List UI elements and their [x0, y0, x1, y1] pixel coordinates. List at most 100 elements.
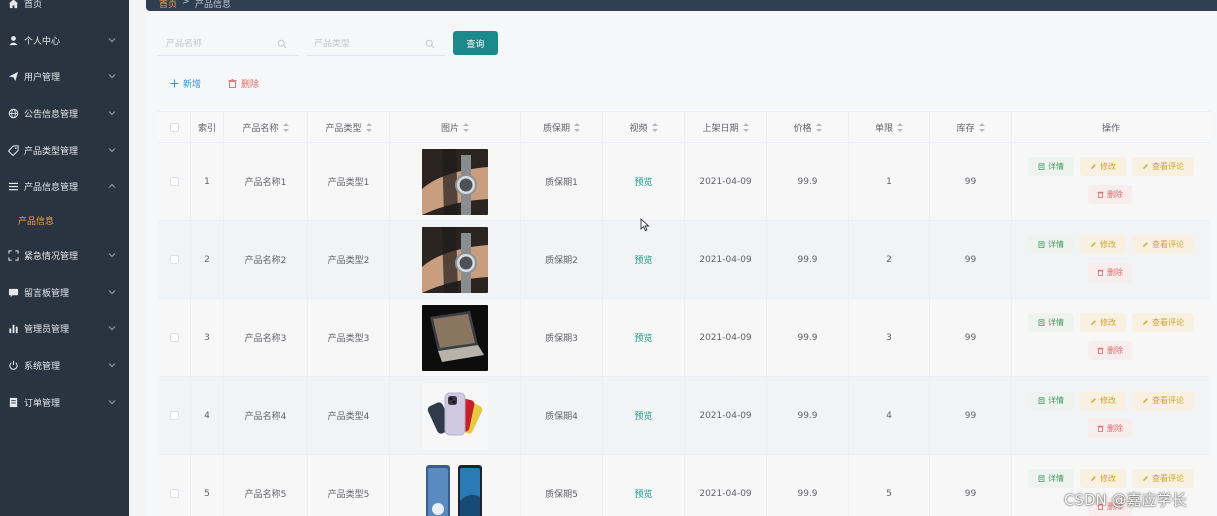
sidebar-item-users[interactable]: 用户管理 — [0, 61, 129, 91]
row-checkbox[interactable] — [169, 333, 179, 342]
edit-label: 修改 — [1100, 162, 1116, 171]
header-date[interactable]: 上架日期 — [685, 112, 767, 142]
sidebar-item-notices[interactable]: 公告信息管理 — [0, 98, 129, 128]
header-video[interactable]: 视频 — [603, 112, 685, 142]
video-preview-link[interactable]: 预览 — [634, 487, 652, 500]
sidebar-item-system[interactable]: 系统管理 — [0, 350, 129, 380]
sidebar-subitem-product-info[interactable]: 产品信息 — [18, 209, 54, 231]
video-preview-link[interactable]: 预览 — [634, 409, 652, 422]
product-name-input[interactable] — [158, 38, 273, 49]
select-all-checkbox[interactable] — [169, 122, 179, 132]
sort-icon[interactable] — [897, 122, 903, 132]
header-name[interactable]: 产品名称 — [224, 112, 308, 142]
cell-limit: 3 — [849, 299, 930, 376]
view-reviews-button[interactable]: 查看评论 — [1132, 469, 1194, 488]
delete-button[interactable]: 删除 — [1088, 419, 1132, 438]
sidebar-item-orders[interactable]: 订单管理 — [0, 387, 129, 417]
delete-button[interactable]: 删除 — [1088, 263, 1132, 282]
sidebar-item-profile[interactable]: 个人中心 — [0, 25, 129, 55]
view-reviews-button[interactable]: 查看评论 — [1132, 313, 1194, 332]
user-icon — [7, 34, 19, 46]
header-type[interactable]: 产品类型 — [308, 112, 390, 142]
row-checkbox[interactable] — [169, 255, 179, 264]
sidebar-item-label: 产品类型管理 — [24, 146, 79, 157]
chevron-down-icon — [108, 253, 116, 258]
breadcrumb-home[interactable]: 首页 — [159, 0, 177, 10]
row-checkbox[interactable] — [169, 489, 179, 498]
edit-button[interactable]: 修改 — [1080, 313, 1126, 332]
view-reviews-button[interactable]: 查看评论 — [1132, 391, 1194, 410]
sidebar-item-emergency[interactable]: 紧急情况管理 — [0, 240, 129, 270]
delete-button[interactable]: 删除 — [1088, 341, 1132, 360]
cell-date: 2021-04-09 — [685, 143, 767, 220]
edit-label: 修改 — [1100, 318, 1116, 327]
edit-button[interactable]: 修改 — [1080, 469, 1126, 488]
sidebar-item-product-info[interactable]: 产品信息管理 — [0, 171, 129, 201]
sidebar-item-label: 用户管理 — [24, 72, 61, 83]
detail-button[interactable]: 详情 — [1028, 235, 1074, 254]
header-stock[interactable]: 库存 — [930, 112, 1012, 142]
sidebar-item-label: 管理员管理 — [24, 324, 70, 335]
cell-text: 99 — [964, 410, 977, 421]
edit-button[interactable]: 修改 — [1080, 157, 1126, 176]
sort-icon[interactable] — [282, 122, 289, 132]
product-image[interactable] — [422, 460, 488, 516]
sidebar-item-messages[interactable]: 留言板管理 — [0, 277, 129, 307]
trash-icon — [1097, 191, 1104, 198]
video-preview-link[interactable]: 预览 — [634, 175, 652, 188]
cell-text: 2 — [204, 254, 210, 265]
product-image[interactable] — [422, 148, 488, 215]
sidebar-item-product-types[interactable]: 产品类型管理 — [0, 135, 129, 165]
edit-icon — [1091, 398, 1096, 403]
trash-icon — [1097, 347, 1104, 354]
sort-icon[interactable] — [574, 122, 580, 132]
sort-icon[interactable] — [742, 122, 749, 132]
header-price[interactable]: 价格 — [767, 112, 849, 142]
video-preview-link[interactable]: 预览 — [634, 253, 652, 266]
home-icon — [7, 0, 19, 9]
detail-button[interactable]: 详情 — [1028, 391, 1074, 410]
cell-text: 2021-04-09 — [699, 332, 752, 343]
row-actions: 详情 修改 查看评论 删除 — [1012, 377, 1210, 454]
cell-text: 2021-04-09 — [699, 254, 752, 265]
add-button[interactable]: 新增 — [170, 75, 201, 91]
sidebar-item-admins[interactable]: 管理员管理 — [0, 313, 129, 343]
edit-button[interactable]: 修改 — [1080, 235, 1126, 254]
cell-type: 产品类型5 — [308, 455, 390, 516]
send-icon — [7, 70, 19, 82]
cell-text: 99 — [964, 176, 977, 187]
view-reviews-button[interactable]: 查看评论 — [1132, 157, 1194, 176]
video-preview-link[interactable]: 预览 — [634, 331, 652, 344]
product-image[interactable] — [422, 382, 488, 449]
header-image[interactable]: 图片 — [390, 112, 521, 142]
product-image[interactable] — [422, 304, 488, 371]
row-checkbox[interactable] — [169, 177, 179, 186]
cell-video: 预览 — [603, 455, 685, 516]
sort-icon[interactable] — [815, 122, 822, 132]
mouse-cursor-icon — [640, 218, 650, 232]
header-label: 价格 — [793, 123, 812, 134]
detail-button[interactable]: 详情 — [1028, 469, 1074, 488]
detail-button[interactable]: 详情 — [1028, 313, 1074, 332]
header-label: 上架日期 — [702, 123, 739, 134]
view-reviews-button[interactable]: 查看评论 — [1132, 235, 1194, 254]
sort-icon[interactable] — [463, 122, 469, 132]
edit-button[interactable]: 修改 — [1080, 391, 1126, 410]
product-image[interactable] — [422, 226, 488, 293]
batch-delete-button[interactable]: 删除 — [228, 75, 259, 91]
delete-label: 删除 — [1107, 190, 1123, 199]
cell-price: 99.9 — [767, 455, 849, 516]
query-button[interactable]: 查询 — [453, 31, 498, 55]
detail-button[interactable]: 详情 — [1028, 157, 1074, 176]
row-checkbox[interactable] — [169, 411, 179, 420]
sort-icon[interactable] — [978, 122, 985, 132]
sidebar-item-home[interactable]: 首页 — [0, 0, 129, 18]
expand-icon — [7, 249, 19, 261]
sort-icon[interactable] — [651, 122, 658, 132]
sort-icon[interactable] — [365, 122, 372, 132]
header-limit[interactable]: 单限 — [849, 112, 930, 142]
product-type-input[interactable] — [306, 38, 421, 49]
cell-text: 4 — [204, 410, 210, 421]
delete-button[interactable]: 删除 — [1088, 185, 1132, 204]
header-warranty[interactable]: 质保期 — [521, 112, 603, 142]
